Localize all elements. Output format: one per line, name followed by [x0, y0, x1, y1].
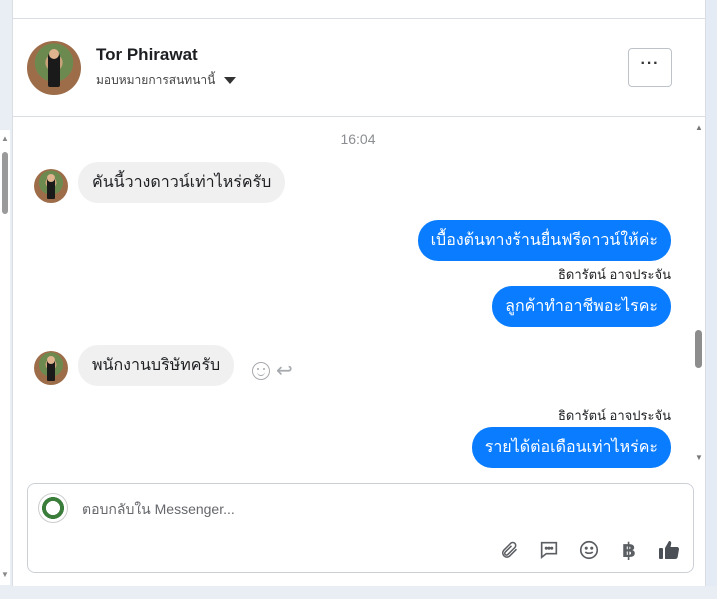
incoming-message[interactable]: พนักงานบริษัทครับ [78, 345, 235, 386]
message-composer: ฿ [27, 483, 694, 573]
top-divider [13, 0, 705, 19]
avatar-face [47, 356, 55, 364]
message-thread: 16:04 คันนี้วางดาวน์เท่าไหร่ครับ เบื้องต… [13, 118, 707, 468]
baht-icon[interactable]: ฿ [617, 538, 641, 562]
scroll-down-icon[interactable]: ▼ [1, 570, 9, 579]
composer-toolbar: ฿ [497, 538, 681, 562]
contact-name[interactable]: Tor Phirawat [96, 45, 198, 65]
outgoing-message[interactable]: ลูกค้าทำอาชีพอะไรคะ [492, 286, 671, 327]
incoming-message[interactable]: คันนี้วางดาวน์เท่าไหร่ครับ [78, 162, 286, 203]
conversation-header: Tor Phirawat มอบหมายการสนทนานี้ ··· [13, 19, 705, 117]
chat-panel: Tor Phirawat มอบหมายการสนทนานี้ ··· 16:0… [12, 0, 706, 586]
background-edge [706, 0, 717, 599]
avatar[interactable] [34, 169, 68, 203]
left-scrollbar[interactable]: ▲ ▼ [0, 130, 10, 585]
reply-icon[interactable]: ↩ [276, 361, 293, 381]
avatar[interactable] [34, 351, 68, 385]
scroll-down-icon[interactable]: ▼ [695, 453, 703, 462]
sender-name: ธิดารัตน์ อาจประจัน [557, 267, 671, 282]
message-actions: ↩ [252, 361, 293, 381]
background-edge [0, 586, 717, 599]
assign-dropdown[interactable]: มอบหมายการสนทนานี้ [96, 71, 237, 90]
caret-down-icon [224, 77, 237, 84]
reply-input[interactable] [82, 501, 642, 517]
thread-scrollbar[interactable]: ▲ ▼ [691, 118, 707, 468]
avatar-face [49, 49, 59, 59]
thumbs-up-icon[interactable] [657, 538, 681, 562]
scroll-thumb[interactable] [695, 330, 702, 368]
more-options-button[interactable]: ··· [628, 48, 672, 87]
scroll-up-icon[interactable]: ▲ [1, 134, 9, 143]
speech-bubble-icon[interactable] [537, 538, 561, 562]
outgoing-message[interactable]: เบื้องต้นทางร้านยื่นฟรีดาวน์ให้ค่ะ [417, 220, 671, 261]
page-logo [38, 493, 68, 523]
paperclip-icon[interactable] [497, 538, 521, 562]
avatar[interactable] [27, 41, 81, 95]
assign-label: มอบหมายการสนทนานี้ [96, 73, 216, 87]
outgoing-message[interactable]: รายได้ต่อเดือนเท่าไหร่คะ [471, 427, 671, 468]
avatar-face [47, 174, 55, 182]
scroll-thumb[interactable] [2, 152, 8, 214]
scroll-up-icon[interactable]: ▲ [695, 123, 703, 132]
timestamp: 16:04 [340, 131, 376, 147]
smile-icon[interactable] [577, 538, 601, 562]
sender-name: ธิดารัตน์ อาจประจัน [557, 408, 671, 423]
react-icon[interactable] [252, 362, 270, 380]
